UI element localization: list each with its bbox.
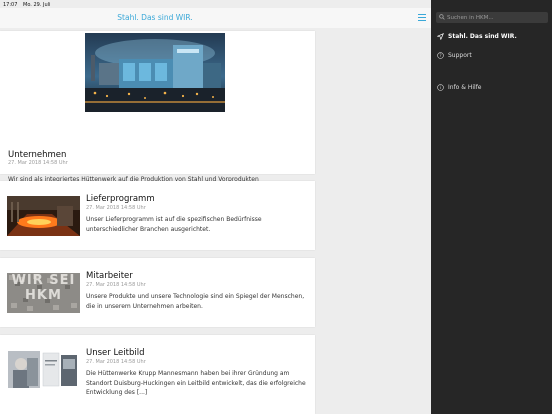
card-date: 27. Mar 2018 14:58 Uhr — [86, 205, 146, 211]
news-card-leitbild[interactable]: Unser Leitbild 27. Mar 2018 14:58 Uhr Di… — [0, 335, 315, 414]
search-input[interactable] — [447, 12, 545, 23]
card-description: Die Hüttenwerke Krupp Mannesmann haben b… — [86, 370, 306, 396]
main-content: Stahl. Das sind WIR. Unternehmen 27. Mar… — [0, 0, 431, 414]
search-box[interactable] — [436, 12, 548, 23]
card-date: 27. Mar 2018 14:58 Uhr — [86, 282, 146, 288]
status-bar: 17:07 Mo. 29. Juli — [0, 0, 552, 10]
news-card-lieferprogramm[interactable]: Lieferprogramm 27. Mar 2018 14:58 Uhr Un… — [0, 181, 315, 250]
steel-plant-image — [85, 33, 225, 112]
navigation-bar: Stahl. Das sind WIR. — [0, 8, 431, 28]
svg-text:?: ? — [439, 53, 441, 58]
mosaic-image-lettering: WIR SEI HKM — [11, 273, 76, 303]
sidebar-item-info[interactable]: i Info & Hilfe — [437, 81, 482, 93]
card-description: Unsere Produkte und unsere Technologie s… — [86, 293, 305, 310]
brochure-image — [7, 350, 80, 390]
sidebar-item-label: Info & Hilfe — [448, 83, 482, 91]
news-card-unternehmen[interactable]: Unternehmen 27. Mar 2018 14:58 Uhr Wir s… — [0, 31, 315, 193]
sidebar-item-support[interactable]: ? Support — [437, 49, 472, 61]
help-circle-icon: ? — [437, 51, 444, 59]
steel-production-image — [7, 196, 80, 236]
card-description: Unser Lieferprogramm ist auf die spezifi… — [86, 216, 262, 233]
sidebar-item-label: Support — [448, 51, 472, 59]
svg-text:i: i — [440, 85, 441, 90]
page-title: Stahl. Das sind WIR. — [117, 13, 193, 22]
hamburger-menu-icon[interactable] — [418, 14, 426, 21]
card-title: Unternehmen — [8, 150, 67, 160]
sidebar-item-label: Stahl. Das sind WIR. — [448, 32, 517, 40]
news-card-mitarbeiter[interactable]: WIR SEI HKM Mitarbeiter 27. Mar 2018 14:… — [0, 258, 315, 327]
status-time: 17:07 — [3, 2, 18, 8]
card-title: Mitarbeiter — [86, 271, 133, 281]
status-date: Mo. 29. Juli — [23, 2, 51, 8]
card-title: Lieferprogramm — [86, 194, 155, 204]
side-menu — [431, 0, 552, 414]
navigation-arrow-icon — [437, 32, 444, 40]
search-icon — [439, 14, 445, 20]
card-date: 27. Mar 2018 14:58 Uhr — [8, 160, 68, 166]
info-circle-icon: i — [437, 83, 444, 91]
sidebar-item-stahl[interactable]: Stahl. Das sind WIR. — [437, 30, 517, 42]
card-date: 27. Mar 2018 14:58 Uhr — [86, 359, 146, 365]
card-title: Unser Leitbild — [86, 348, 145, 358]
